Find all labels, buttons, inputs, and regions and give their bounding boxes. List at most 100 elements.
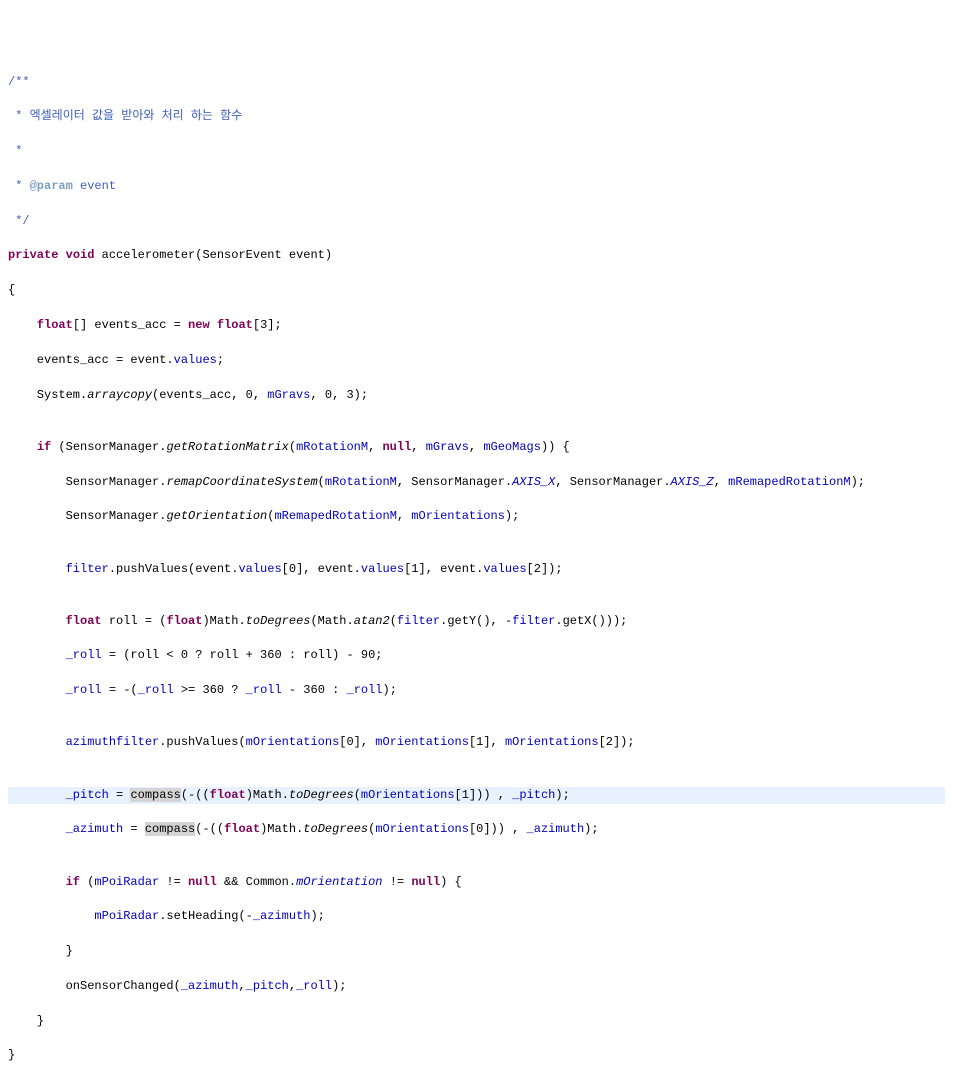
code-text [8,614,66,628]
code-text [8,822,66,836]
field: mRemapedRotationM [728,475,850,489]
static-method: getOrientation [166,509,267,523]
code-text [8,788,66,802]
static-field: AXIS_Z [671,475,714,489]
keyword-float: float [210,788,246,802]
code-text: , SensorManager. [397,475,512,489]
static-method: remapCoordinateSystem [166,475,317,489]
field: mOrientations [361,788,455,802]
code-text [8,735,66,749]
javadoc-tag: @param [30,179,73,193]
field: _roll [246,683,282,697]
code-line: SensorManager.getOrientation(mRemapedRot… [8,508,945,525]
code-text: SensorManager. [8,509,166,523]
javadoc-text: event [73,179,116,193]
code-text: ( [318,475,325,489]
code-text: .pushValues(event. [109,562,239,576]
code-text [8,875,66,889]
static-method: toDegrees [289,788,354,802]
code-text: [1], [469,735,505,749]
code-text: System. [8,388,87,402]
javadoc-end: */ [8,214,30,228]
code-text: , [411,440,425,454]
code-text: ); [310,909,324,923]
code-text: events_acc = event. [8,353,174,367]
keyword-float: float [217,318,253,332]
field: _pitch [512,788,555,802]
code-text: [2]); [599,735,635,749]
code-text: ); [584,822,598,836]
code-line: /** [8,74,945,91]
field: mOrientations [375,822,469,836]
field: _roll [66,683,102,697]
static-field: mOrientation [296,875,382,889]
field: mOrientations [375,735,469,749]
javadoc-text: * [8,179,30,193]
code-text [8,318,37,332]
code-text [8,909,94,923]
field: values [238,562,281,576]
field: mOrientations [411,509,505,523]
code-text: ); [332,979,346,993]
keyword-void: void [66,248,95,262]
code-text: [3]; [253,318,282,332]
keyword-private: private [8,248,58,262]
code-line: filter.pushValues(event.values[0], event… [8,561,945,578]
code-text: , 0, 3); [310,388,368,402]
code-line: * @param event [8,178,945,195]
field: mGeoMags [483,440,541,454]
static-method: toDegrees [303,822,368,836]
field: _azimuth [66,822,124,836]
code-text: [0], event. [282,562,361,576]
code-text: ( [390,614,397,628]
code-text: , [289,979,296,993]
field: filter [397,614,440,628]
keyword-float: float [37,318,73,332]
field: _azimuth [181,979,239,993]
keyword-float: float [66,614,102,628]
code-text: != [159,875,188,889]
keyword-null: null [382,440,411,454]
code-text: ( [354,788,361,802]
code-text: } [8,1048,15,1062]
field: _azimuth [527,822,585,836]
code-line: float roll = (float)Math.toDegrees(Math.… [8,613,945,630]
code-text: ); [383,683,397,697]
code-text: >= 360 ? [174,683,246,697]
field: mOrientations [246,735,340,749]
keyword-float: float [224,822,260,836]
code-text: , SensorManager. [555,475,670,489]
code-line: * [8,143,945,160]
static-method: arraycopy [87,388,152,402]
code-text: )Math. [246,788,289,802]
code-text [8,648,66,662]
code-line: if (mPoiRadar != null && Common.mOrienta… [8,874,945,891]
code-line: _azimuth = compass(-((float)Math.toDegre… [8,821,945,838]
code-text [8,440,37,454]
selection-compass[interactable]: compass [130,788,180,802]
keyword-if: if [37,440,51,454]
code-text: ; [217,353,224,367]
code-line: } [8,943,945,960]
code-line: { [8,282,945,299]
code-text: (events_acc, 0, [152,388,267,402]
code-text [8,562,66,576]
field: mRemapedRotationM [274,509,396,523]
code-text: (-(( [195,822,224,836]
code-text: [] events_acc = [73,318,188,332]
field: _roll [347,683,383,697]
code-text: , [238,979,245,993]
javadoc-start: /** [8,75,30,89]
code-text: SensorManager. [8,475,166,489]
field-values: values [174,353,217,367]
selection-compass[interactable]: compass [145,822,195,836]
code-line: _roll = (roll < 0 ? roll + 360 : roll) -… [8,647,945,664]
field: mPoiRadar [94,875,159,889]
code-text [210,318,217,332]
field: _roll [296,979,332,993]
code-text: [2]); [527,562,563,576]
keyword-float: float [166,614,202,628]
keyword-new: new [188,318,210,332]
keyword-null: null [188,875,217,889]
code-text: )) { [541,440,570,454]
